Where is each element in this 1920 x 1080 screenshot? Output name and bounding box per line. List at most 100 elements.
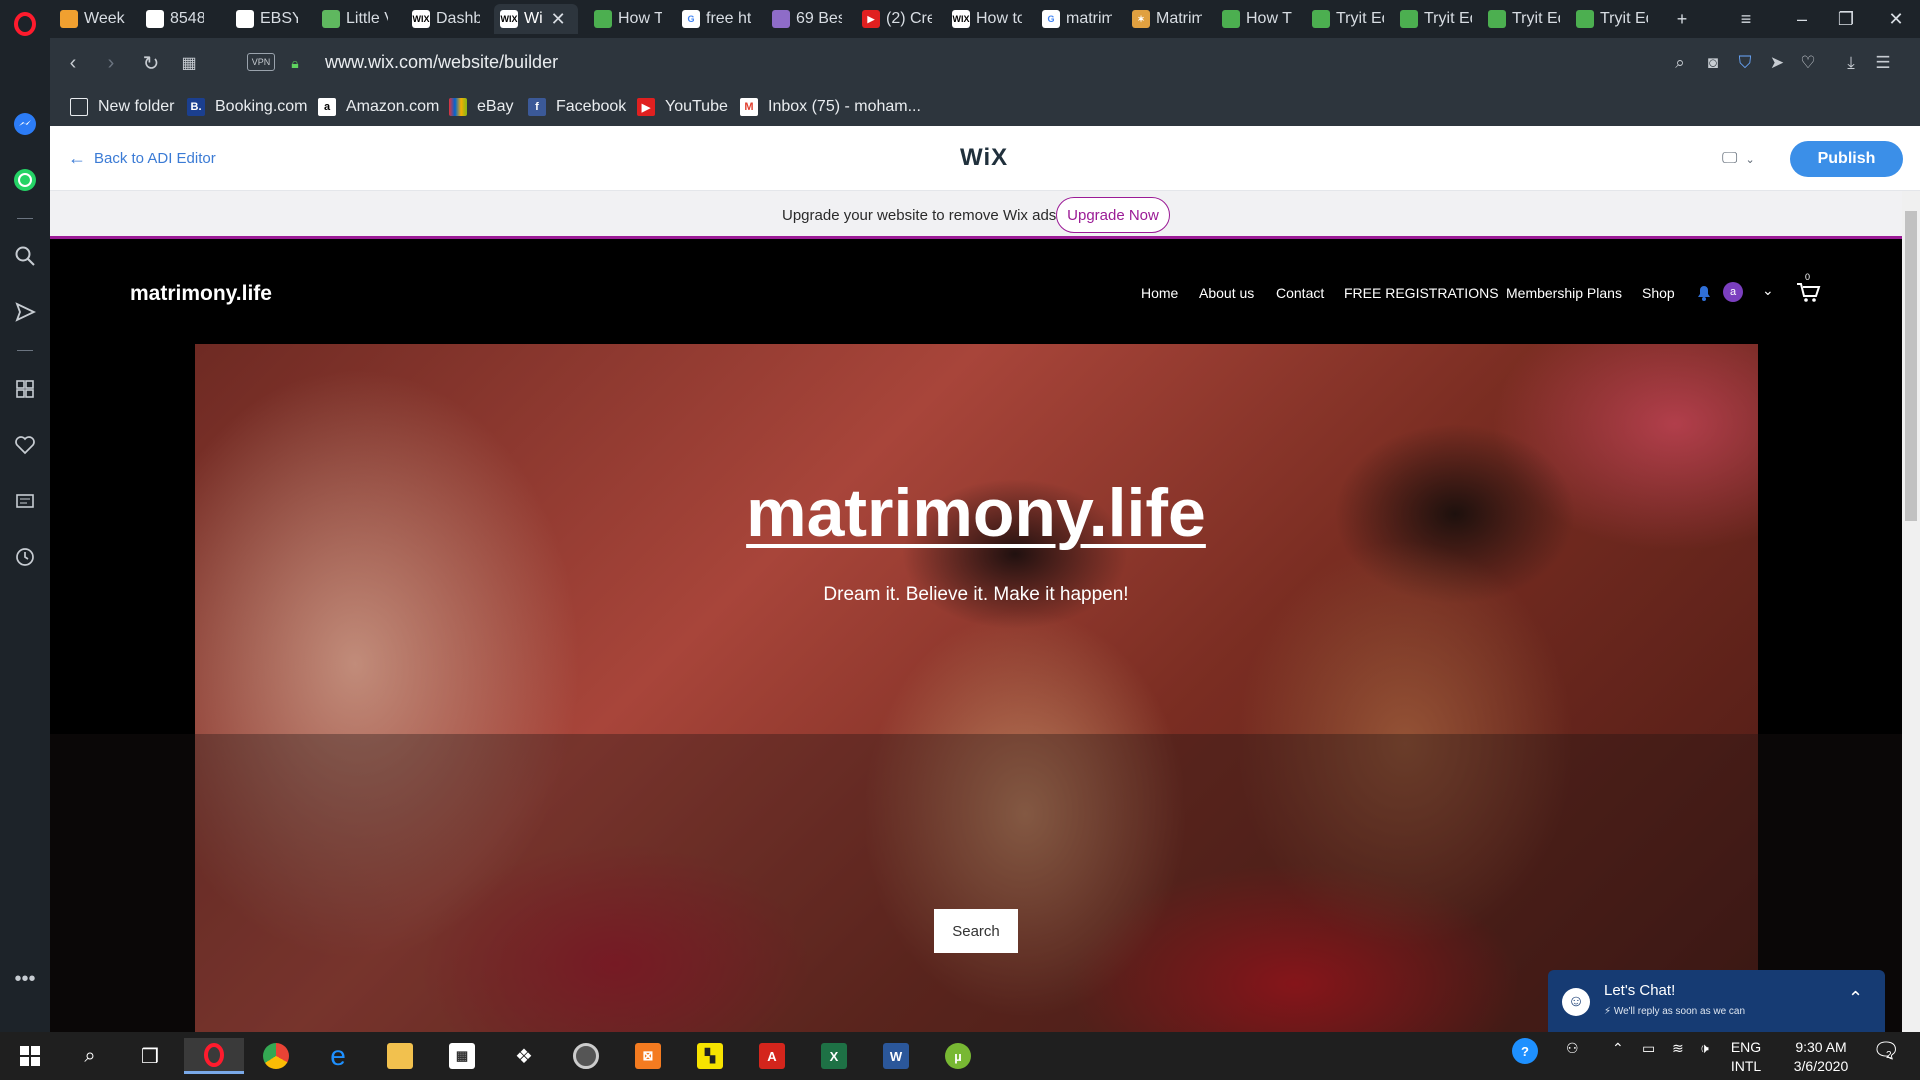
reload-icon[interactable]: ↻	[138, 50, 164, 76]
battery-icon[interactable]: ▭	[1642, 1040, 1655, 1057]
wifi-icon[interactable]: ≋	[1672, 1040, 1684, 1057]
bookmark-youtube[interactable]: ▶ YouTube	[637, 94, 728, 120]
back-icon[interactable]: ‹	[60, 50, 86, 76]
word-icon[interactable]: W	[872, 1038, 920, 1074]
notifications-icon[interactable]: 🗨︎ 2	[1872, 1038, 1900, 1064]
avatar[interactable]: a	[1723, 282, 1743, 302]
vpn-badge[interactable]: VPN	[247, 53, 275, 71]
send-icon[interactable]: ➤	[1764, 50, 1790, 76]
task-view-icon[interactable]: ❒	[126, 1038, 174, 1074]
browser-tab[interactable]: ▶ (2) Cre	[856, 4, 938, 34]
browser-tab[interactable]: Gmatrim	[1036, 4, 1118, 34]
camera-icon[interactable]: ◙	[1700, 50, 1726, 76]
store-icon[interactable]: ▦	[438, 1038, 486, 1074]
bookmark-ebay[interactable]: eBay	[449, 94, 513, 120]
url-field[interactable]: www.wix.com/website/builder	[325, 52, 558, 73]
bookmark-new-folder[interactable]: New folder	[70, 94, 174, 120]
browser-tab[interactable]: ✶ Matrim	[1126, 4, 1208, 34]
bookmark-amazon[interactable]: a Amazon.com	[318, 94, 439, 120]
restore-icon[interactable]: ❐	[1824, 4, 1868, 34]
scrollbar-thumb[interactable]	[1905, 211, 1917, 521]
upgrade-now-button[interactable]: Upgrade Now	[1056, 197, 1170, 233]
dropbox-icon[interactable]: ❖	[500, 1038, 548, 1074]
browser-tab[interactable]: WIX How to	[946, 4, 1028, 34]
back-to-adi-link[interactable]: ← Back to ADI Editor	[68, 148, 216, 169]
browser-tab[interactable]: Gfree ht	[676, 4, 758, 34]
bookmark-gmail[interactable]: M Inbox (75) - moham...	[740, 94, 921, 120]
browser-tab[interactable]: Tryit Ed	[1570, 4, 1654, 34]
browser-tab[interactable]: Tryit Ed	[1394, 4, 1478, 34]
utorrent-icon[interactable]: µ	[934, 1038, 982, 1074]
nav-free-registrations[interactable]: FREE REGISTRATIONS	[1344, 285, 1499, 301]
nav-about-us[interactable]: About us	[1199, 285, 1254, 301]
browser-tab[interactable]: WIX Dashb	[406, 4, 486, 34]
chevron-up-icon[interactable]: ⌃	[1848, 988, 1863, 1009]
news-icon[interactable]	[11, 487, 39, 515]
shield-icon[interactable]: ⛉	[1732, 50, 1758, 76]
nav-contact[interactable]: Contact	[1276, 285, 1324, 301]
close-window-icon[interactable]: ✕	[1874, 4, 1918, 34]
tabs-grid-icon[interactable]: ▦	[176, 50, 202, 76]
more-icon[interactable]: •••	[11, 965, 39, 993]
device-switcher[interactable]: 🖵︎ ⌄	[1722, 146, 1770, 172]
nav-membership-plans[interactable]: Membership Plans	[1506, 285, 1622, 301]
bell-icon[interactable]	[1695, 282, 1713, 302]
send-icon[interactable]	[11, 298, 39, 326]
heart-icon[interactable]	[11, 431, 39, 459]
help-icon[interactable]: ?	[1512, 1038, 1538, 1064]
download-icon[interactable]: ⤓	[1838, 50, 1864, 76]
browser-tab[interactable]: How T	[1216, 4, 1298, 34]
chrome-icon[interactable]	[252, 1038, 300, 1074]
browser-tab[interactable]: Tryit Ed	[1482, 4, 1566, 34]
excel-icon[interactable]: X	[810, 1038, 858, 1074]
sticky-notes-icon[interactable]: ▚	[686, 1038, 734, 1074]
bookmark-facebook[interactable]: f Facebook	[528, 94, 626, 120]
volume-icon[interactable]: 🕩︎	[1700, 1040, 1709, 1057]
speed-dial-icon[interactable]	[11, 375, 39, 403]
chat-widget[interactable]: ☺ Let's Chat! ⚡︎ We'll reply as soon as …	[1548, 970, 1885, 1032]
browser-tab[interactable]: Week 7	[54, 4, 132, 34]
forward-icon[interactable]: ›	[98, 50, 124, 76]
nav-home[interactable]: Home	[1141, 285, 1178, 301]
search-icon[interactable]: ⌕	[66, 1038, 114, 1074]
opera-logo-icon[interactable]	[11, 10, 39, 38]
clock[interactable]: 9:30 AM 3/6/2020	[1776, 1038, 1866, 1076]
whatsapp-icon[interactable]	[11, 166, 39, 194]
windows-start-icon[interactable]	[6, 1038, 54, 1074]
browser-tab[interactable]: EBSY50	[230, 4, 304, 34]
easy-setup-icon[interactable]: ☰	[1870, 50, 1896, 76]
close-tab-icon[interactable]: ✕	[551, 9, 566, 30]
media-player-icon[interactable]	[562, 1038, 610, 1074]
browser-tab-active[interactable]: WIX Wi ✕	[494, 4, 578, 34]
chevron-down-icon[interactable]: ⌄	[1762, 282, 1774, 299]
browser-tab[interactable]: Tryit Ed	[1306, 4, 1390, 34]
browser-tab[interactable]: How T	[588, 4, 668, 34]
history-icon[interactable]	[11, 543, 39, 571]
search-icon[interactable]	[11, 242, 39, 270]
file-explorer-icon[interactable]	[376, 1038, 424, 1074]
heart-icon[interactable]: ♡	[1795, 50, 1821, 76]
browser-tab[interactable]: Little V	[316, 4, 394, 34]
page-scrollbar[interactable]	[1902, 191, 1920, 1032]
bookmark-booking[interactable]: B. Booking.com	[187, 94, 308, 120]
nav-shop[interactable]: Shop	[1642, 285, 1675, 301]
acrobat-icon[interactable]: A	[748, 1038, 796, 1074]
search-button[interactable]: Search	[934, 909, 1018, 953]
edge-icon[interactable]: e	[314, 1038, 362, 1074]
chevron-up-icon[interactable]: ⌃	[1612, 1040, 1624, 1057]
messenger-icon[interactable]	[11, 110, 39, 138]
new-tab-icon[interactable]: +	[1660, 4, 1704, 34]
xampp-icon[interactable]: ⊠	[624, 1038, 672, 1074]
lock-icon[interactable]: 🔒︎	[282, 50, 308, 76]
minimize-icon[interactable]: –	[1780, 4, 1824, 34]
tab-menu-icon[interactable]: ≡	[1724, 4, 1768, 34]
browser-tab[interactable]: 85481	[140, 4, 210, 34]
amazon-icon: a	[318, 98, 336, 116]
opera-taskbar-icon[interactable]	[184, 1038, 244, 1074]
site-logo[interactable]: matrimony.life	[130, 282, 272, 306]
people-icon[interactable]: ⚇	[1566, 1040, 1579, 1057]
input-language[interactable]: ENG INTL	[1716, 1038, 1776, 1076]
find-icon[interactable]: ⌕	[1667, 50, 1693, 76]
publish-button[interactable]: Publish	[1790, 141, 1903, 177]
browser-tab[interactable]: 69 Best	[766, 4, 848, 34]
